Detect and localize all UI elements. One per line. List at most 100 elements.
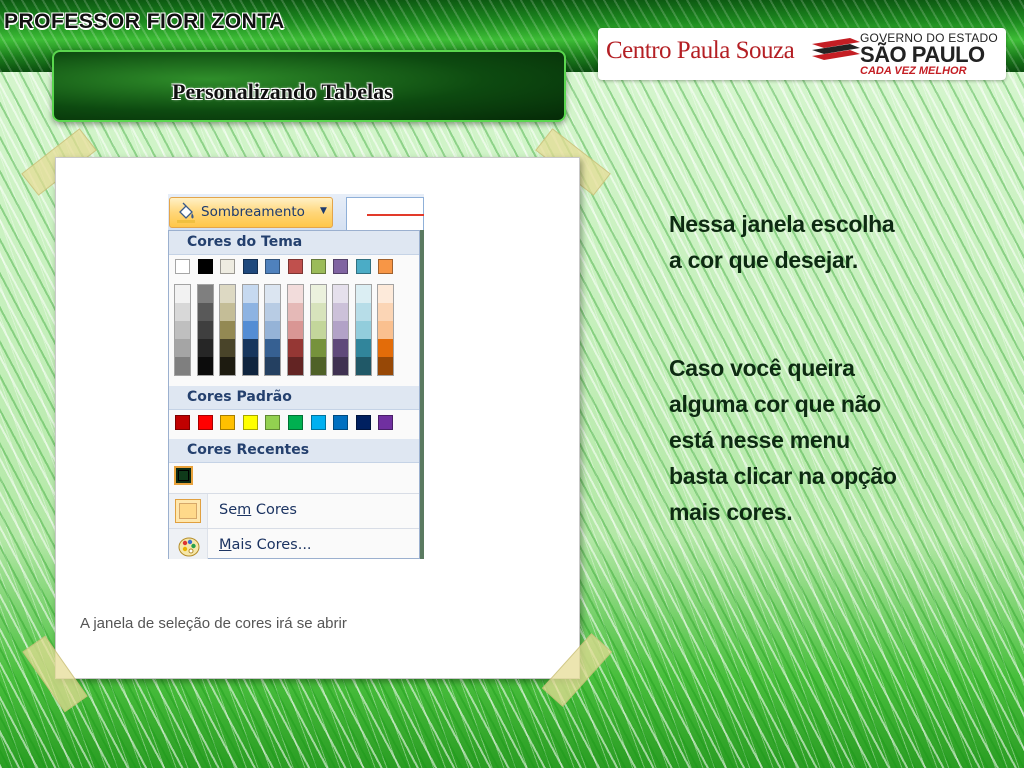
theme-color-swatch[interactable] — [288, 259, 303, 274]
theme-shade-swatch[interactable] — [220, 357, 236, 375]
theme-shade-swatch[interactable] — [333, 321, 349, 339]
theme-shade-swatch[interactable] — [288, 303, 303, 321]
theme-color-swatch[interactable] — [220, 259, 236, 274]
professor-name: PROFESSOR FIORI ZONTA — [4, 10, 285, 33]
section-standard-label: Cores Padrão — [187, 389, 292, 405]
section-standard-colors: Cores Padrão — [169, 386, 419, 410]
theme-shade-swatch[interactable] — [242, 303, 258, 321]
theme-shade-swatch[interactable] — [220, 321, 236, 339]
color-menu: Cores do Tema Cores Padrão Cores Recente… — [168, 230, 420, 559]
theme-shade-swatch[interactable] — [355, 285, 371, 303]
theme-shade-swatch[interactable] — [242, 285, 258, 303]
theme-shade-swatch[interactable] — [175, 285, 190, 303]
recent-color-fill — [178, 470, 189, 481]
theme-shade-swatch[interactable] — [310, 357, 326, 375]
theme-shade-swatch[interactable] — [355, 321, 371, 339]
menu-gutter — [169, 529, 208, 559]
theme-shade-swatch[interactable] — [220, 285, 236, 303]
theme-shade-swatch[interactable] — [310, 339, 326, 357]
theme-shade-swatch[interactable] — [175, 339, 190, 357]
theme-shade-swatch[interactable] — [197, 339, 213, 357]
theme-shade-swatch[interactable] — [175, 357, 190, 375]
theme-shade-swatch[interactable] — [197, 285, 213, 303]
institution-logos: Centro Paula Souza GOVERNO DO ESTADO SÃO… — [598, 28, 1006, 80]
theme-color-swatch[interactable] — [355, 259, 371, 274]
theme-shade-swatch[interactable] — [288, 321, 303, 339]
standard-color-swatch[interactable] — [378, 415, 394, 430]
border-style-box[interactable] — [346, 197, 424, 231]
theme-shade-swatch[interactable] — [197, 321, 213, 339]
theme-color-swatch[interactable] — [242, 259, 258, 274]
section-theme-colors: Cores do Tema — [169, 231, 419, 255]
theme-shade-swatch[interactable] — [197, 303, 213, 321]
background-strip — [420, 230, 424, 559]
standard-color-swatch[interactable] — [175, 415, 190, 430]
standard-color-swatch[interactable] — [355, 415, 371, 430]
theme-shade-swatch[interactable] — [242, 339, 258, 357]
theme-shade-swatch[interactable] — [378, 303, 394, 321]
theme-shade-column — [309, 284, 327, 376]
theme-shade-swatch[interactable] — [175, 303, 190, 321]
theme-shade-swatch[interactable] — [355, 339, 371, 357]
theme-shade-column — [287, 284, 304, 376]
standard-color-swatch[interactable] — [242, 415, 258, 430]
theme-shade-swatch[interactable] — [288, 357, 303, 375]
theme-shade-swatch[interactable] — [288, 339, 303, 357]
theme-shade-swatch[interactable] — [175, 321, 190, 339]
theme-color-swatch[interactable] — [333, 259, 349, 274]
theme-shade-swatch[interactable] — [265, 357, 281, 375]
color-palette-icon — [178, 537, 200, 557]
theme-shade-swatch[interactable] — [333, 339, 349, 357]
theme-shade-swatch[interactable] — [265, 285, 281, 303]
photo-caption: A janela de seleção de cores irá se abri… — [80, 615, 347, 632]
menu-gutter — [169, 494, 208, 529]
theme-shade-swatch[interactable] — [265, 339, 281, 357]
recent-color-swatch[interactable] — [174, 466, 193, 485]
theme-shade-swatch[interactable] — [378, 285, 394, 303]
theme-shade-swatch[interactable] — [265, 303, 281, 321]
theme-shade-swatch[interactable] — [220, 339, 236, 357]
theme-shade-swatch[interactable] — [333, 357, 349, 375]
theme-color-swatch[interactable] — [310, 259, 326, 274]
theme-color-swatch[interactable] — [265, 259, 281, 274]
border-line-sample — [367, 214, 424, 216]
more-colors-menu-item[interactable]: Mais Cores... — [169, 528, 419, 559]
theme-shade-swatch[interactable] — [333, 285, 349, 303]
theme-shade-swatch[interactable] — [355, 357, 371, 375]
theme-shade-column — [241, 284, 259, 376]
theme-shade-swatch[interactable] — [242, 357, 258, 375]
theme-color-swatch[interactable] — [378, 259, 394, 274]
theme-shade-swatch[interactable] — [333, 303, 349, 321]
theme-shade-swatch[interactable] — [265, 321, 281, 339]
no-color-menu-item[interactable]: Sem Cores — [169, 493, 419, 529]
theme-shade-column — [354, 284, 372, 376]
section-theme-label: Cores do Tema — [187, 234, 303, 250]
instruction-paragraph-2: Caso você queira alguma cor que não está… — [669, 355, 897, 525]
no-color-icon — [175, 499, 201, 523]
theme-shade-column — [264, 284, 282, 376]
theme-shade-swatch[interactable] — [242, 321, 258, 339]
standard-color-swatch[interactable] — [288, 415, 303, 430]
paint-bucket-icon — [177, 202, 195, 223]
standard-color-swatch[interactable] — [220, 415, 236, 430]
theme-color-swatch[interactable] — [197, 259, 213, 274]
theme-shade-swatch[interactable] — [378, 357, 394, 375]
theme-shade-swatch[interactable] — [310, 285, 326, 303]
standard-color-swatch[interactable] — [197, 415, 213, 430]
theme-color-swatch[interactable] — [175, 259, 190, 274]
shading-button[interactable]: Sombreamento ▼ — [169, 197, 333, 228]
instruction-paragraph-1: Nessa janela escolha a cor que desejar. — [669, 211, 895, 273]
theme-shade-swatch[interactable] — [378, 339, 394, 357]
theme-shade-swatch[interactable] — [310, 303, 326, 321]
theme-shade-swatch[interactable] — [310, 321, 326, 339]
standard-color-swatch[interactable] — [310, 415, 326, 430]
theme-shade-swatch[interactable] — [355, 303, 371, 321]
standard-color-swatch[interactable] — [265, 415, 281, 430]
theme-shade-swatch[interactable] — [220, 303, 236, 321]
instruction-text: Nessa janela escolha a cor que desejar. … — [669, 170, 989, 566]
sao-paulo-emblem-icon — [812, 38, 860, 60]
theme-shade-swatch[interactable] — [197, 357, 213, 375]
theme-shade-swatch[interactable] — [378, 321, 394, 339]
theme-shade-swatch[interactable] — [288, 285, 303, 303]
standard-color-swatch[interactable] — [333, 415, 349, 430]
